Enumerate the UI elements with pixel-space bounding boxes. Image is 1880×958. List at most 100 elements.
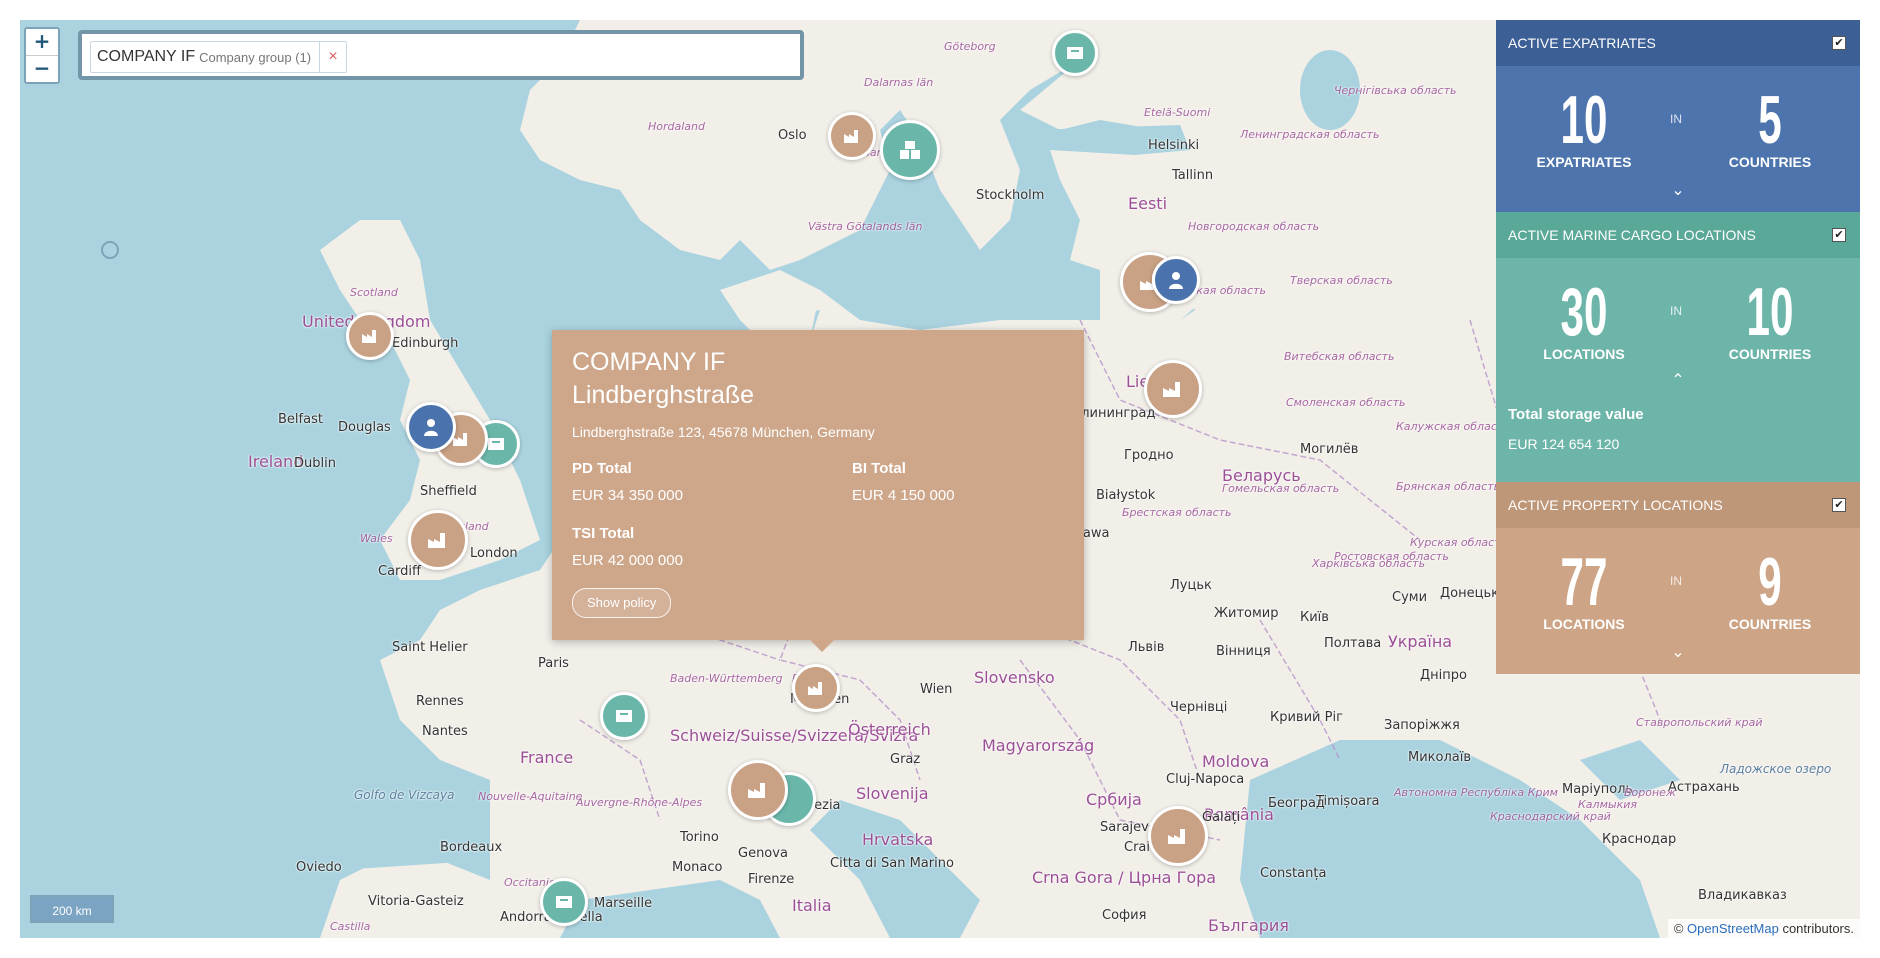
storage-value-label: Total storage value [1508, 406, 1644, 423]
company-filter-input[interactable]: COMPANY IF Company group (1) × [78, 30, 804, 80]
expatriates-countries-label: COUNTRIES [1728, 154, 1812, 170]
zoom-out-button[interactable]: − [26, 55, 58, 82]
expatriates-count: 10 [1560, 82, 1608, 158]
property-cluster-marker[interactable] [408, 510, 468, 570]
place-label: Bordeaux [440, 840, 503, 855]
property-cluster-marker[interactable] [1148, 806, 1208, 866]
place-label: Douglas [338, 420, 391, 435]
attribution-suffix: contributors. [1782, 921, 1854, 936]
place-label: Україна [1388, 632, 1453, 651]
place-label: Гомельская область [1222, 482, 1340, 495]
location-popup: COMPANY IF Lindberghstraße Lindberghstra… [552, 330, 1084, 652]
storage-value: EUR 124 654 120 [1508, 436, 1620, 452]
zoom-in-button[interactable]: + [26, 29, 58, 55]
place-label: Galați [1202, 810, 1241, 825]
place-label: Київ [1300, 610, 1329, 625]
show-policy-button[interactable]: Show policy [572, 588, 672, 618]
place-label: Ленинградская область [1240, 128, 1380, 141]
company-filter-chip: COMPANY IF Company group (1) × [90, 41, 348, 73]
place-label: Курская область [1410, 536, 1508, 549]
person-icon [424, 419, 438, 436]
place-label: Firenze [748, 872, 795, 887]
property-locations-count: 77 [1560, 544, 1608, 620]
place-label: Калужская область [1396, 420, 1510, 433]
chip-company-group: Company group (1) [199, 49, 312, 65]
factory-icon [1168, 829, 1185, 844]
expatriates-checkbox[interactable]: ✔ [1832, 36, 1846, 50]
place-label: Чернігівська область [1334, 84, 1457, 97]
place-label: Кривий Ріг [1270, 710, 1343, 725]
property-location-marker[interactable] [346, 312, 394, 360]
bi-total-label: BI Total [852, 460, 906, 477]
cargo-countries-count: 10 [1746, 274, 1794, 350]
place-label: Tallinn [1172, 168, 1214, 183]
place-label: Białystok [1096, 488, 1156, 503]
property-locations-label: LOCATIONS [1543, 616, 1625, 632]
place-label: Slovensko [974, 668, 1055, 687]
place-label: Italia [792, 896, 832, 915]
expand-chevron-icon[interactable]: ⌄ [1668, 180, 1688, 200]
place-label: Stockholm [976, 188, 1045, 203]
property-checkbox[interactable]: ✔ [1832, 498, 1846, 512]
expatriates-count-label: EXPATRIATES [1536, 154, 1632, 170]
osm-link[interactable]: OpenStreetMap [1687, 921, 1779, 936]
place-label: София [1102, 908, 1147, 923]
place-label: Citta di San Marino [830, 856, 954, 871]
cargo-in-label: IN [1670, 304, 1682, 318]
marine-cargo-checkbox[interactable]: ✔ [1832, 228, 1846, 242]
place-label: Суми [1392, 590, 1428, 605]
cargo-location-marker[interactable] [540, 878, 588, 926]
property-cluster-marker[interactable] [728, 760, 788, 820]
cargo-location-marker[interactable] [600, 692, 648, 740]
collapse-chevron-icon[interactable]: ⌃ [1668, 370, 1688, 390]
expatriate-marker[interactable] [406, 402, 456, 452]
place-label: Baden-Württemberg [670, 672, 783, 685]
expatriates-header[interactable]: ACTIVE EXPATRIATES ✔ [1496, 20, 1860, 66]
place-label: Луцьк [1170, 578, 1212, 593]
expand-chevron-icon[interactable]: ⌄ [1668, 642, 1688, 662]
place-label: Дніпро [1420, 668, 1467, 683]
place-label: Wien [920, 682, 953, 697]
factory-icon [1163, 382, 1180, 397]
zoom-control: + − [24, 27, 60, 84]
place-label: Belfast [278, 412, 323, 427]
chip-company-name: COMPANY IF [97, 48, 196, 65]
place-label: France [520, 748, 574, 767]
place-label: Sheffield [420, 484, 477, 499]
factory-icon [748, 783, 765, 798]
place-label: Göteborg [944, 40, 996, 53]
property-location-marker[interactable] [792, 664, 840, 712]
place-label: Житомир [1214, 606, 1279, 621]
place-label: Вінниця [1216, 644, 1271, 659]
marine-cargo-header[interactable]: ACTIVE MARINE CARGO LOCATIONS ✔ [1496, 212, 1860, 258]
cargo-cluster-marker[interactable] [880, 120, 940, 180]
property-in-label: IN [1670, 574, 1682, 588]
popup-subtitle: Lindberghstraße [572, 381, 755, 409]
cargo-location-marker[interactable] [1052, 30, 1098, 76]
marine-cargo-title: ACTIVE MARINE CARGO LOCATIONS [1508, 227, 1756, 243]
place-label: Могилёв [1300, 442, 1359, 457]
place-label: Graz [890, 752, 921, 767]
place-label: Nouvelle-Aquitaine [478, 790, 583, 803]
factory-icon [428, 533, 445, 548]
property-location-marker[interactable] [828, 112, 876, 160]
place-label: London [470, 546, 518, 561]
tsi-total-label: TSI Total [572, 525, 635, 542]
place-label: Новгородская область [1188, 220, 1320, 233]
bi-total-value: EUR 4 150 000 [852, 487, 955, 504]
place-label: Rennes [416, 694, 464, 709]
marine-cargo-section: ACTIVE MARINE CARGO LOCATIONS ✔ 30 LOCAT… [1496, 212, 1860, 482]
remove-chip-icon[interactable]: × [319, 42, 346, 72]
place-label: Астрахань [1668, 780, 1740, 795]
pd-total-value: EUR 34 350 000 [572, 487, 683, 504]
place-label: Брестская область [1122, 506, 1232, 519]
scale-bar: 200 km [30, 895, 114, 923]
place-label: Харківська область [1312, 557, 1426, 570]
place-label: Saint Helier [392, 640, 468, 655]
property-cluster-marker[interactable] [1144, 360, 1202, 418]
box-icon [488, 438, 504, 450]
tsi-total-value: EUR 42 000 000 [572, 552, 683, 569]
place-label: Србија [1086, 790, 1142, 809]
property-header[interactable]: ACTIVE PROPERTY LOCATIONS ✔ [1496, 482, 1860, 528]
expatriate-marker[interactable] [1152, 256, 1200, 304]
